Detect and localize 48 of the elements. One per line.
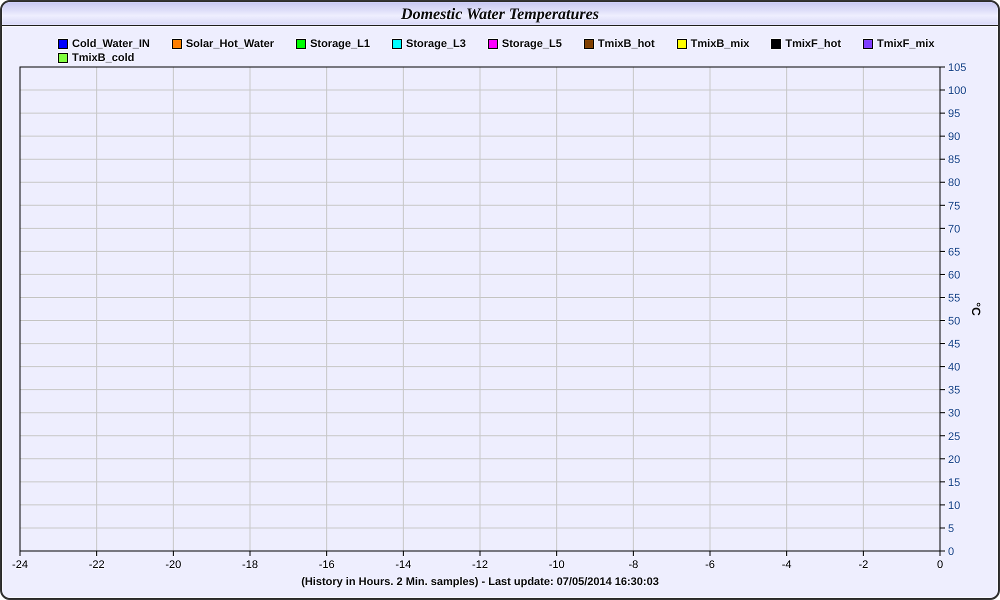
x-tick-label: -24 xyxy=(12,559,28,571)
y-tick-label: 45 xyxy=(948,338,960,351)
y-tick-label: 20 xyxy=(948,454,960,466)
y-tick-label: 75 xyxy=(948,200,960,212)
x-tick-label: -18 xyxy=(242,559,258,571)
x-tick-label: -10 xyxy=(548,559,565,571)
y-tick-label: 55 xyxy=(948,292,960,304)
y-tick-label: 90 xyxy=(948,131,960,144)
x-tick-label: -20 xyxy=(165,559,182,571)
y-tick-label: 60 xyxy=(948,269,960,282)
x-tick-label: -2 xyxy=(858,559,868,571)
y-tick-label: 85 xyxy=(948,154,960,166)
y-axis-label: °C xyxy=(969,302,983,316)
y-tick-label: 15 xyxy=(948,476,960,489)
chart-title: Domestic Water Temperatures xyxy=(2,2,998,26)
legend-label: TmixF_hot xyxy=(785,37,841,51)
y-tick-label: 40 xyxy=(948,362,960,374)
y-tick-label: 30 xyxy=(948,408,960,420)
legend-label: TmixF_mix xyxy=(877,37,934,51)
legend-label: Cold_Water_IN xyxy=(72,37,150,51)
y-tick-label: 100 xyxy=(948,85,966,98)
x-tick-label: -14 xyxy=(395,559,412,571)
y-tick-label: 65 xyxy=(948,246,960,258)
x-tick-label: 0 xyxy=(936,559,944,571)
x-tick-label: -12 xyxy=(472,559,488,571)
x-tick-label: -6 xyxy=(705,559,715,571)
x-tick-label: -22 xyxy=(88,559,105,571)
x-tick-label: -4 xyxy=(782,559,792,571)
y-tick-label: 70 xyxy=(948,223,960,236)
legend-label: TmixB_cold xyxy=(72,51,134,65)
legend-label: TmixB_hot xyxy=(598,37,655,51)
y-tick-label: 0 xyxy=(948,546,954,558)
y-tick-label: 50 xyxy=(948,316,960,328)
legend-label: Storage_L5 xyxy=(502,37,562,51)
legend-label: Solar_Hot_Water xyxy=(186,37,274,51)
x-tick-label: -16 xyxy=(318,559,335,571)
y-tick-label: 35 xyxy=(948,384,960,397)
y-tick-label: 10 xyxy=(948,500,960,512)
y-tick-label: 95 xyxy=(948,108,960,120)
y-tick-label: 25 xyxy=(948,430,960,443)
y-tick-label: 105 xyxy=(948,62,966,74)
y-tick-label: 5 xyxy=(948,522,954,535)
x-axis-label: (History in Hours. 2 Min. samples) - Last update: 07/05/2014 16:30:03 xyxy=(301,576,659,588)
x-tick-label: -8 xyxy=(628,559,638,571)
y-tick-label: 80 xyxy=(948,177,960,190)
legend-label: Storage_L3 xyxy=(406,37,466,51)
legend-label: Storage_L1 xyxy=(310,37,370,51)
legend-label: TmixB_mix xyxy=(690,37,750,51)
